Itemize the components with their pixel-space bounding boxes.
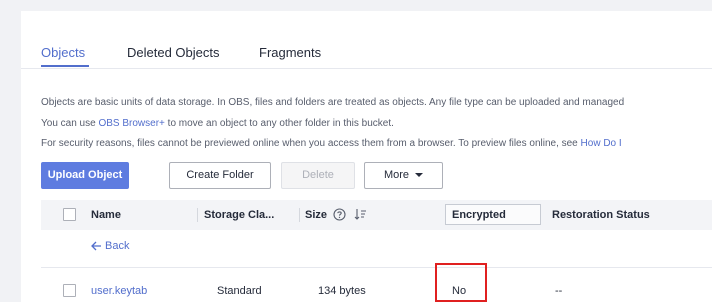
header-name[interactable]: Name: [91, 200, 121, 230]
more-label: More: [383, 169, 410, 181]
column-separator: [197, 208, 198, 222]
storage-class-cell: Standard: [217, 285, 262, 297]
upload-object-button[interactable]: Upload Object: [41, 162, 129, 189]
tab-bar: Objects Deleted Objects Fragments: [21, 11, 712, 69]
description-line-3: For security reasons, files cannot be pr…: [41, 137, 622, 150]
tab-fragments[interactable]: Fragments: [259, 45, 321, 61]
table-header: Name Storage Cla... Size Encrypted Resto…: [41, 200, 712, 230]
description-line-2: You can use OBS Browser+ to move an obje…: [41, 117, 394, 130]
row-checkbox[interactable]: [63, 284, 76, 297]
help-circle-icon[interactable]: [333, 208, 346, 221]
tab-objects[interactable]: Objects: [41, 45, 85, 61]
select-all-checkbox[interactable]: [63, 208, 76, 221]
active-tab-indicator: [41, 65, 89, 67]
header-storage-class[interactable]: Storage Cla...: [204, 200, 274, 230]
more-dropdown-button[interactable]: More: [364, 162, 443, 189]
how-do-i-link[interactable]: How Do I: [581, 138, 622, 149]
size-cell: 134 bytes: [318, 285, 366, 297]
back-arrow-icon: [91, 241, 101, 251]
create-folder-button[interactable]: Create Folder: [169, 162, 271, 189]
delete-button: Delete: [281, 162, 355, 189]
description-line-1: Objects are basic units of data storage.…: [41, 97, 625, 108]
sort-icon[interactable]: [354, 208, 367, 221]
header-restoration-status[interactable]: Restoration Status: [552, 200, 650, 230]
back-link[interactable]: Back: [91, 239, 129, 253]
objects-panel: Objects Deleted Objects Fragments: [21, 11, 712, 302]
annotation-highlight-box: [435, 263, 487, 302]
row-divider: [41, 267, 712, 268]
tab-deleted-objects[interactable]: Deleted Objects: [127, 45, 220, 61]
header-encrypted[interactable]: Encrypted: [452, 200, 506, 230]
description-line-3-prefix: For security reasons, files cannot be pr…: [41, 138, 581, 149]
column-separator: [299, 208, 300, 222]
back-label: Back: [105, 240, 130, 252]
chevron-down-icon: [415, 173, 424, 178]
tab-divider: [21, 68, 712, 69]
restoration-status-cell: --: [555, 285, 563, 297]
description-line-2-suffix: to move an object to any other folder in…: [164, 118, 394, 129]
description-line-2-prefix: You can use: [41, 118, 99, 129]
obs-browser-link[interactable]: OBS Browser+: [98, 118, 164, 129]
object-name-link[interactable]: user.keytab: [91, 284, 147, 298]
header-size[interactable]: Size: [305, 200, 327, 230]
